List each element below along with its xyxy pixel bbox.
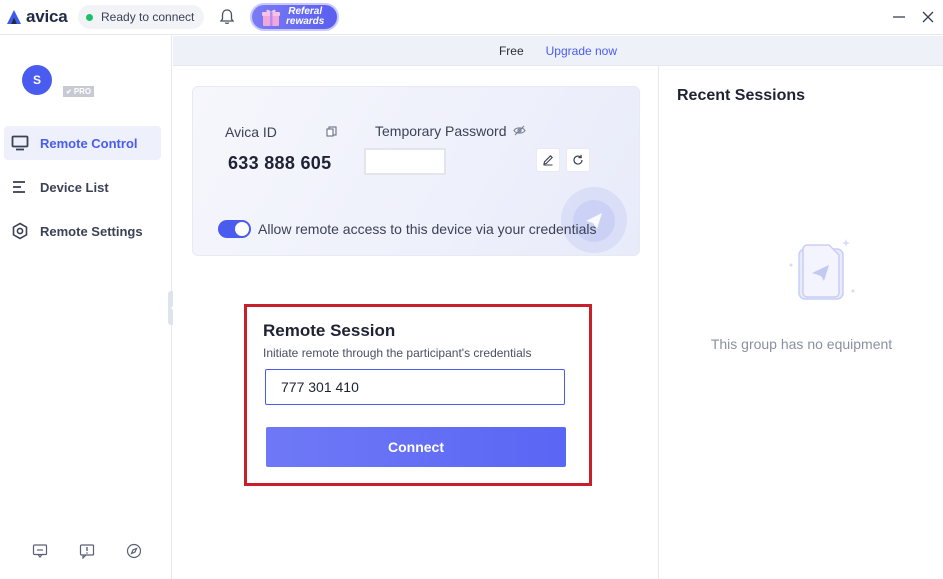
status-text: Ready to connect (101, 10, 195, 24)
avica-window: avica Ready to connect Referal rewards S… (0, 0, 943, 579)
sidebar-item-device-list[interactable]: Device List (4, 170, 161, 204)
pro-badge-label: PRO (73, 87, 92, 96)
referral-rewards-button[interactable]: Referal rewards (250, 3, 339, 31)
settings-hex-icon (12, 222, 28, 240)
sidebar-item-label: Device List (40, 179, 109, 195)
pencil-icon (543, 155, 553, 166)
app-name: avica (26, 7, 68, 26)
connect-button[interactable]: Connect (266, 427, 566, 467)
empty-document-icon (789, 239, 855, 300)
remote-session-title: Remote Session (263, 321, 396, 340)
connection-status: Ready to connect (78, 5, 205, 29)
referral-label: Referal rewards (286, 7, 324, 27)
avatar[interactable]: S (22, 65, 52, 95)
status-dot-icon (86, 13, 93, 21)
avica-id-value: 633 888 605 (228, 153, 332, 173)
sidebar-item-remote-settings[interactable]: Remote Settings (4, 214, 161, 248)
sidebar: S ✔ PRO Remote Control Device List Remot… (0, 35, 172, 579)
avica-id-label: Avica ID (225, 124, 277, 140)
remote-session-subtitle: Initiate remote through the participant'… (263, 346, 532, 360)
avica-logo-icon (7, 10, 21, 24)
list-icon (13, 181, 25, 193)
sidebar-item-label: Remote Control (40, 135, 138, 151)
close-icon[interactable] (918, 7, 938, 27)
title-bar: avica Ready to connect Referal rewards (0, 0, 943, 35)
sidebar-item-label: Remote Settings (40, 223, 143, 239)
recent-sessions-title: Recent Sessions (677, 87, 806, 104)
report-icon[interactable] (79, 543, 95, 559)
sidebar-item-remote-control[interactable]: Remote Control (4, 126, 161, 160)
recent-sessions-panel: Recent Sessions This group has no equipm… (658, 66, 943, 579)
edit-password-button[interactable] (536, 148, 560, 172)
temporary-password-label: Temporary Password (375, 123, 507, 139)
feedback-icon[interactable] (32, 543, 48, 559)
temporary-password-field (364, 148, 446, 175)
allow-remote-access-label: Allow remote access to this device via y… (258, 221, 597, 237)
device-credentials-card: Avica ID Temporary Password 633 888 605 (192, 86, 640, 256)
gift-icon (262, 9, 280, 26)
refresh-password-button[interactable] (566, 148, 590, 172)
eye-hidden-icon[interactable] (513, 125, 526, 136)
refresh-icon (573, 154, 583, 165)
app-logo: avica (6, 7, 68, 27)
main-content: Avica ID Temporary Password 633 888 605 (173, 66, 658, 579)
plan-label: Free (498, 43, 524, 58)
copy-icon[interactable] (326, 126, 337, 137)
upgrade-link[interactable]: Upgrade now (546, 44, 617, 58)
partner-id-input[interactable] (265, 369, 565, 405)
empty-state-text: This group has no equipment (710, 336, 893, 352)
compass-icon[interactable] (126, 543, 142, 559)
bell-icon[interactable] (218, 8, 236, 26)
minimize-icon[interactable] (889, 7, 909, 27)
plan-banner: Free Upgrade now (173, 36, 943, 66)
monitor-icon (11, 135, 29, 151)
avatar-initial: S (32, 73, 41, 87)
allow-remote-access-toggle[interactable] (218, 220, 251, 238)
remote-session-panel: Remote Session Initiate remote through t… (244, 304, 592, 486)
referral-line2: rewards (286, 16, 325, 27)
pro-badge: ✔ PRO (63, 86, 95, 97)
